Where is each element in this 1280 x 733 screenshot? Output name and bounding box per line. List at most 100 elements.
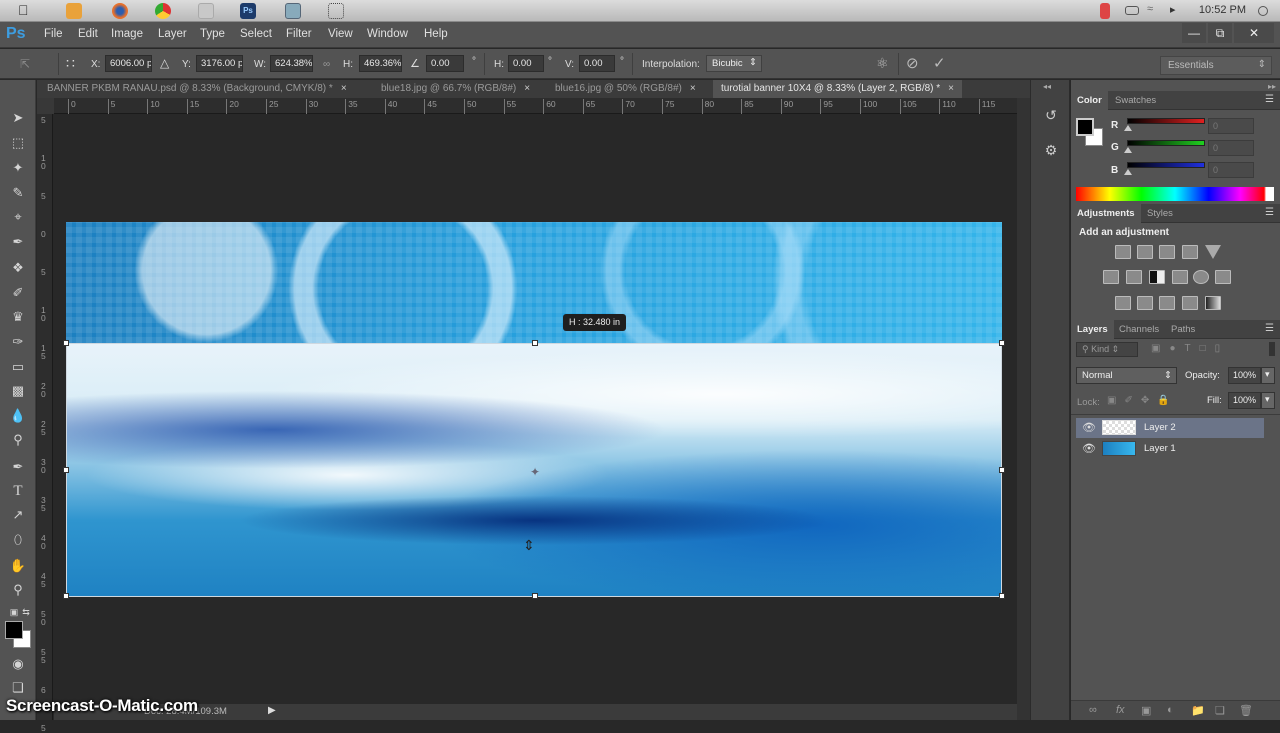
gradient-map-icon[interactable] xyxy=(1205,296,1221,310)
photo-filter-icon[interactable] xyxy=(1172,270,1188,284)
canvas-scrollbar[interactable] xyxy=(1017,98,1030,720)
tab-styles[interactable]: Styles xyxy=(1141,204,1179,223)
tool-preset-icon[interactable]: ⇱ xyxy=(20,57,30,71)
minimize-button[interactable]: — xyxy=(1182,23,1206,43)
menu-window[interactable]: Window xyxy=(367,28,408,40)
brush-tool-icon[interactable]: ✐ xyxy=(8,283,28,303)
vskew-field[interactable]: 0.00 xyxy=(579,55,615,72)
collapse-icon[interactable]: ◂◂ xyxy=(1043,82,1051,91)
menu-layer[interactable]: Layer xyxy=(158,28,187,40)
visibility-eye-icon[interactable]: 👁 xyxy=(1082,442,1096,455)
tab-adjustments[interactable]: Adjustments xyxy=(1071,204,1141,223)
green-value[interactable]: 0 xyxy=(1208,140,1254,156)
link-icon[interactable]: ∞ xyxy=(323,59,330,70)
width-field[interactable]: 624.38% xyxy=(270,55,313,72)
blue-value[interactable]: 0 xyxy=(1208,162,1254,178)
tab-color[interactable]: Color xyxy=(1071,91,1108,110)
swap-colors-icon[interactable]: ⇆ xyxy=(16,602,36,622)
spot-healing-tool-icon[interactable]: ❖ xyxy=(8,258,28,278)
blue-slider[interactable] xyxy=(1127,162,1205,168)
interpolation-select[interactable]: Bicubic ⇕ xyxy=(706,55,762,72)
horizontal-ruler[interactable]: 0 5 10 15 20 25 30 35 40 45 50 55 60 65 70 75 80 85 90 95 10… xyxy=(54,98,1031,114)
menu-view[interactable]: View xyxy=(328,28,353,40)
transform-handle-bottom-right[interactable] xyxy=(999,593,1005,599)
path-select-tool-icon[interactable]: ↗ xyxy=(8,505,28,525)
battery-icon[interactable] xyxy=(1125,6,1139,15)
adjustment-layer-icon[interactable]: ◐ xyxy=(1167,704,1174,716)
menu-select[interactable]: Select xyxy=(240,28,272,40)
transform-handle-left[interactable] xyxy=(63,467,69,473)
warp-icon[interactable]: ⚛ xyxy=(876,55,889,72)
panel-menu-icon[interactable]: ☰ xyxy=(1265,323,1274,334)
new-layer-icon[interactable]: ❏ xyxy=(1215,704,1225,717)
history-panel-icon[interactable]: ↺ xyxy=(1037,101,1065,129)
hue-saturation-icon[interactable] xyxy=(1103,270,1119,284)
menu-type[interactable]: Type xyxy=(200,28,225,40)
restore-button[interactable]: ⧉ xyxy=(1208,23,1232,43)
status-menu-arrow[interactable]: ▶ xyxy=(268,705,276,716)
hskew-field[interactable]: 0.00 xyxy=(508,55,544,72)
transform-reference-point-icon[interactable]: ✦ xyxy=(530,465,540,479)
properties-panel-icon[interactable]: ⚙ xyxy=(1037,136,1065,164)
app-icon[interactable] xyxy=(198,3,214,19)
menu-image[interactable]: Image xyxy=(111,28,143,40)
exposure-icon[interactable] xyxy=(1182,245,1198,259)
pen-tool-icon[interactable]: ✒ xyxy=(8,457,28,477)
blend-mode-select[interactable]: Normal ⇕ xyxy=(1076,367,1177,384)
marquee-tool-icon[interactable]: ⬚ xyxy=(8,133,28,153)
transform-handle-bottom[interactable] xyxy=(532,593,538,599)
firefox-icon[interactable] xyxy=(112,3,128,19)
reference-point-icon[interactable]: ∷ xyxy=(66,55,75,72)
photoshop-icon[interactable]: Ps xyxy=(240,3,256,19)
red-slider-thumb[interactable] xyxy=(1124,125,1132,131)
layer-filter-icons[interactable]: ▣●T□▯ xyxy=(1151,343,1229,354)
ruler-origin[interactable] xyxy=(37,98,54,114)
transform-handle-bottom-left[interactable] xyxy=(63,593,69,599)
tab-blue16[interactable]: blue16.jpg @ 50% (RGB/8#) × xyxy=(547,80,704,98)
relative-position-icon[interactable]: △ xyxy=(160,56,169,70)
foreground-color-swatch[interactable] xyxy=(5,621,23,639)
chrome-icon[interactable] xyxy=(155,3,171,19)
tab-channels[interactable]: Channels xyxy=(1113,320,1165,339)
rotate-field[interactable]: 0.00 xyxy=(426,55,464,72)
tab-layers[interactable]: Layers xyxy=(1071,320,1114,339)
gradient-tool-icon[interactable]: ▩ xyxy=(8,381,28,401)
layer-row-layer-1[interactable]: 👁 Layer 1 xyxy=(1076,439,1264,459)
type-tool-icon[interactable]: T xyxy=(8,481,28,501)
clone-stamp-tool-icon[interactable]: ♛ xyxy=(8,307,28,327)
red-value[interactable]: 0 xyxy=(1208,118,1254,134)
transform-handle-right[interactable] xyxy=(999,467,1005,473)
height-field[interactable]: 469.36% xyxy=(359,55,402,72)
tab-banner-pkbm[interactable]: BANNER PKBM RANAU.psd @ 8.33% (Backgroun… xyxy=(39,80,355,98)
tab-turotial-banner[interactable]: turotial banner 10X4 @ 8.33% (Layer 2, R… xyxy=(713,80,962,98)
lock-icons[interactable]: ▣✐✥🔒 xyxy=(1107,395,1178,406)
red-slider[interactable] xyxy=(1127,118,1205,124)
zoom-tool-icon[interactable]: ⚲ xyxy=(8,580,28,600)
layer-name[interactable]: Layer 2 xyxy=(1144,422,1176,433)
flag-error-icon[interactable] xyxy=(1100,3,1110,19)
visibility-eye-icon[interactable]: 👁 xyxy=(1082,421,1096,434)
tab-paths[interactable]: Paths xyxy=(1165,320,1201,339)
close-tab-icon[interactable]: × xyxy=(948,83,954,94)
quick-mask-icon[interactable]: ◉ xyxy=(8,654,28,674)
layer-row-layer-2[interactable]: 👁 Layer 2 xyxy=(1076,418,1264,438)
transform-handle-top-left[interactable] xyxy=(63,340,69,346)
menu-edit[interactable]: Edit xyxy=(78,28,98,40)
y-field[interactable]: 3176.00 px xyxy=(196,55,243,72)
eyedropper-tool-icon[interactable]: ✒ xyxy=(8,232,28,252)
vertical-ruler[interactable]: 5 10 5 0 5 10 15 20 25 30 35 40 45 50 55 6 5 xyxy=(37,114,53,732)
blue-slider-thumb[interactable] xyxy=(1124,169,1132,175)
layer-style-icon[interactable]: fx xyxy=(1116,704,1125,716)
dodge-tool-icon[interactable]: ⚲ xyxy=(8,430,28,450)
close-tab-icon[interactable]: × xyxy=(690,83,696,94)
menu-file[interactable]: File xyxy=(44,28,63,40)
color-spectrum[interactable] xyxy=(1076,187,1274,201)
apple-icon[interactable]:  xyxy=(18,2,34,18)
search-icon[interactable] xyxy=(1258,6,1268,16)
brightness-contrast-icon[interactable] xyxy=(1115,245,1131,259)
screen-mode-icon[interactable]: ❏ xyxy=(8,678,28,698)
media-player-icon[interactable] xyxy=(66,3,82,19)
volume-icon[interactable]: ▸ xyxy=(1170,3,1186,19)
color-lookup-icon[interactable] xyxy=(1215,270,1231,284)
quick-select-tool-icon[interactable]: ✎ xyxy=(8,183,28,203)
